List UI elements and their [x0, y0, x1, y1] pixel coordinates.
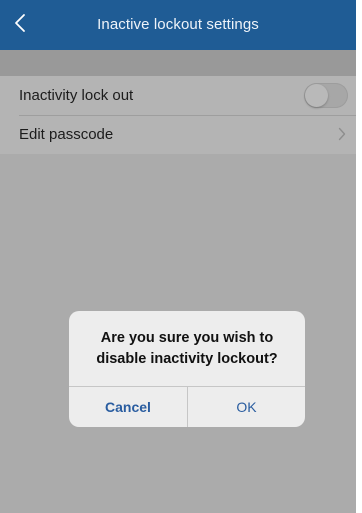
chevron-right-icon: [338, 127, 346, 145]
edit-passcode-row[interactable]: Edit passcode: [0, 115, 356, 154]
page-title: Inactive lockout settings: [97, 16, 259, 33]
inactivity-lockout-toggle[interactable]: [304, 83, 348, 108]
phone-screen: Inactive lockout settings Inactivity loc…: [0, 0, 356, 513]
section-spacer: [0, 50, 356, 76]
inactivity-lockout-label: Inactivity lock out: [19, 87, 134, 104]
toggle-knob: [305, 84, 328, 107]
screen-edge: [356, 0, 362, 513]
settings-list: Inactivity lock out Edit passcode: [0, 76, 356, 154]
ok-button[interactable]: OK: [188, 387, 305, 427]
dialog-message: Are you sure you wish to disable inactiv…: [96, 330, 278, 367]
edit-passcode-label: Edit passcode: [19, 126, 114, 143]
navigation-bar: Inactive lockout settings: [0, 0, 356, 50]
confirm-dialog: Are you sure you wish to disable inactiv…: [69, 311, 305, 427]
cancel-button[interactable]: Cancel: [69, 387, 187, 427]
inactivity-lockout-row[interactable]: Inactivity lock out: [0, 76, 356, 115]
